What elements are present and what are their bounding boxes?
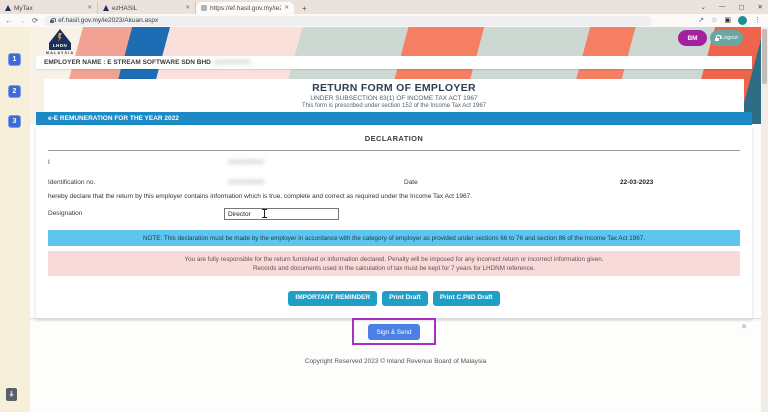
window-controls: ⌄ — ▢ ✕ bbox=[700, 0, 763, 13]
browser-menu-icon[interactable]: ⋮ bbox=[754, 17, 761, 24]
reload-icon[interactable]: ⟳ bbox=[32, 17, 38, 25]
logout-lock-icon bbox=[715, 38, 719, 41]
tab-mytax[interactable]: MyTax ✕ bbox=[0, 2, 98, 14]
lock-icon bbox=[50, 20, 54, 23]
text-cursor-ibeam bbox=[262, 209, 267, 218]
note-pink-line-1: You are fully responsible for the return… bbox=[184, 256, 603, 263]
tab-close-icon[interactable]: ✕ bbox=[87, 5, 92, 11]
i-label: I bbox=[48, 159, 50, 166]
document-favicon-icon bbox=[201, 5, 207, 11]
lhdn-logo-text: LHDN bbox=[49, 43, 71, 50]
note-pink-line-2: Records and documents used in the calcul… bbox=[253, 265, 535, 272]
extension-icon[interactable]: ▣ bbox=[724, 17, 731, 24]
form-title-block: RETURN FORM OF EMPLOYER UNDER SUBSECTION… bbox=[44, 79, 744, 112]
sign-and-send-button[interactable]: Sign & Send bbox=[368, 324, 420, 340]
section-bar: e-E REMUNERATION FOR THE YEAR 2022 bbox=[36, 112, 752, 125]
form-subtitle-2: This form is prescribed under section 15… bbox=[44, 103, 744, 109]
identification-label: Identification no. bbox=[48, 179, 95, 186]
browser-urlbar: ← → ⟳ ef.hasil.gov.my/ie2023/Akuan.aspx … bbox=[0, 14, 768, 27]
tab-title: https://ef.hasil.gov.my/ie2023... bbox=[210, 5, 281, 12]
forward-icon[interactable]: → bbox=[19, 17, 27, 25]
declarant-name-redacted: ########## bbox=[228, 159, 264, 166]
designation-label: Designation bbox=[48, 210, 82, 217]
logout-button[interactable]: Logout bbox=[710, 30, 743, 46]
tab-title: ezHASiL bbox=[112, 5, 182, 12]
address-bar[interactable]: ef.hasil.gov.my/ie2023/Akuan.aspx bbox=[44, 16, 652, 26]
url-text: ef.hasil.gov.my/ie2023/Akuan.aspx bbox=[58, 17, 158, 24]
lhdn-favicon-icon bbox=[5, 5, 11, 11]
copyright-footer: Copyright Reserved 2023 © Inland Revenue… bbox=[30, 358, 761, 365]
bookmark-star-icon[interactable]: ☆ bbox=[711, 17, 717, 24]
step-badge-3[interactable]: 3 bbox=[8, 115, 21, 128]
card-bottom-divider bbox=[30, 318, 761, 319]
tab-close-icon[interactable]: ✕ bbox=[284, 5, 289, 11]
lhdn-logo-subtext: MALAYSIA bbox=[46, 51, 74, 55]
new-tab-button[interactable]: + bbox=[294, 2, 315, 14]
employer-name-label: EMPLOYER NAME : E STREAM SOFTWARE SDN BH… bbox=[44, 59, 211, 66]
print-cp8d-draft-button[interactable]: Print C.P8D Draft bbox=[433, 291, 500, 306]
download-widget-icon[interactable] bbox=[6, 388, 17, 401]
designation-input[interactable] bbox=[224, 208, 339, 220]
lhdn-favicon-icon bbox=[103, 5, 109, 11]
declaration-card: DECLARATION I ########## Identification … bbox=[36, 125, 752, 318]
step-badge-2[interactable]: 2 bbox=[8, 85, 21, 98]
step-badge-1[interactable]: 1 bbox=[8, 53, 21, 66]
employer-name-bar: EMPLOYER NAME : E STREAM SOFTWARE SDN BH… bbox=[36, 56, 752, 69]
lhdn-logo-triangle-icon bbox=[49, 29, 71, 43]
browser-tabstrip: MyTax ✕ ezHASiL ✕ https://ef.hasil.gov.m… bbox=[0, 0, 768, 14]
urlbar-actions: ↗ ☆ ▣ ⋮ bbox=[698, 16, 763, 25]
lhdn-logo: LHDN MALAYSIA bbox=[46, 29, 74, 55]
close-window-icon[interactable]: ✕ bbox=[758, 3, 763, 11]
maximize-icon[interactable]: ▢ bbox=[738, 3, 744, 11]
date-label: Date bbox=[404, 179, 418, 186]
profile-avatar[interactable] bbox=[738, 16, 747, 25]
minimize-icon[interactable]: — bbox=[719, 3, 726, 10]
declaration-divider bbox=[48, 150, 740, 151]
declaration-statement: hereby declare that the return by this e… bbox=[48, 193, 472, 200]
important-reminder-button[interactable]: IMPORTANT REMINDER bbox=[288, 291, 377, 306]
tab-ezhasil[interactable]: ezHASiL ✕ bbox=[98, 2, 196, 14]
action-button-row: IMPORTANT REMINDER Print Draft Print C.P… bbox=[36, 291, 752, 306]
logout-label: Logout bbox=[721, 35, 738, 41]
tab-title: MyTax bbox=[14, 5, 84, 12]
employer-name-redacted: (#########) bbox=[214, 59, 251, 66]
note-blue-bar: NOTE: This declaration must be made by t… bbox=[48, 230, 740, 246]
tab-search-icon[interactable]: ⌄ bbox=[700, 3, 705, 11]
screen: MyTax ✕ ezHASiL ✕ https://ef.hasil.gov.m… bbox=[0, 0, 768, 412]
dismiss-close-icon[interactable]: ✕ bbox=[741, 322, 747, 331]
form-subtitle-1: UNDER SUBSECTION 83(1) OF INCOME TAX ACT… bbox=[44, 95, 744, 102]
language-bm-button[interactable]: BM bbox=[678, 30, 707, 46]
tab-close-icon[interactable]: ✕ bbox=[185, 5, 190, 11]
print-draft-button[interactable]: Print Draft bbox=[382, 291, 428, 306]
tab-active-efhasil[interactable]: https://ef.hasil.gov.my/ie2023... ✕ bbox=[196, 2, 294, 14]
identification-redacted: ########## bbox=[228, 179, 264, 186]
back-icon[interactable]: ← bbox=[5, 17, 13, 25]
scrollbar-thumb[interactable] bbox=[762, 29, 767, 84]
page-scrollbar[interactable] bbox=[761, 27, 768, 412]
declaration-heading: DECLARATION bbox=[36, 134, 752, 143]
date-value: 22-03-2023 bbox=[620, 179, 653, 186]
note-pink-bar: You are fully responsible for the return… bbox=[48, 251, 740, 276]
form-title: RETURN FORM OF EMPLOYER bbox=[44, 82, 744, 94]
share-icon[interactable]: ↗ bbox=[698, 17, 704, 24]
